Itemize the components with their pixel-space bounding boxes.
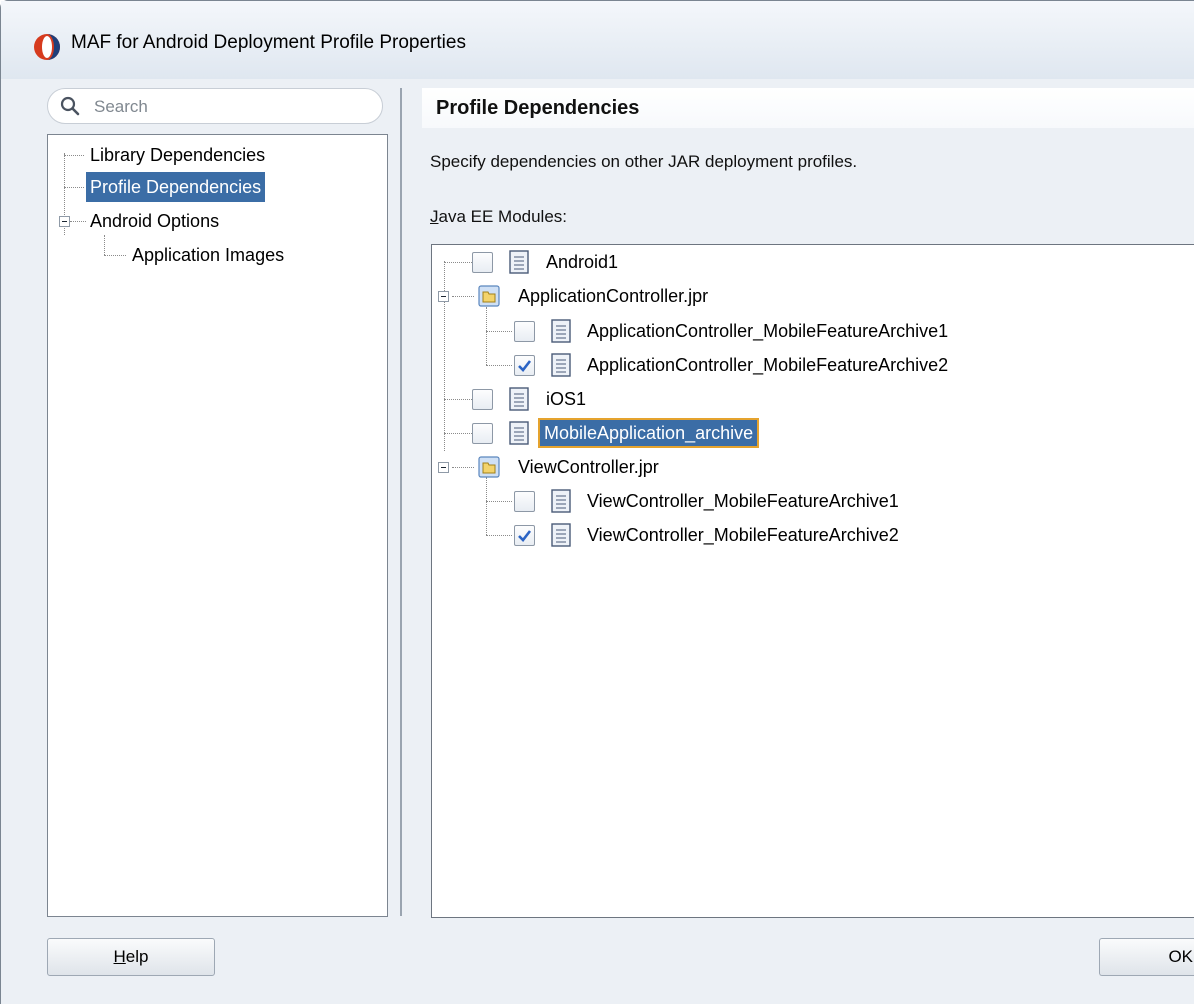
search-icon — [60, 96, 80, 116]
tree-item-mobileapplication-archive[interactable]: MobileApplication_archive — [432, 418, 1132, 448]
module-label: ViewController_MobileFeatureArchive1 — [587, 491, 899, 511]
document-icon — [551, 353, 571, 377]
checkmark-icon — [518, 530, 532, 542]
module-label: Android1 — [546, 252, 619, 272]
mnemonic-letter: H — [113, 947, 126, 966]
document-icon — [509, 387, 529, 411]
nav-item-label: Android Options — [90, 211, 220, 231]
ok-button-label: OK — [1168, 947, 1193, 966]
document-icon — [551, 523, 571, 547]
modules-label-text: ava EE Modules: — [438, 207, 568, 226]
module-checkbox-checked[interactable] — [514, 525, 535, 546]
module-checkbox[interactable] — [472, 389, 493, 410]
search-input[interactable] — [92, 92, 376, 122]
page-title: Profile Dependencies — [436, 97, 640, 119]
tree-item-android1[interactable]: Android1 — [432, 247, 1132, 277]
modules-label: Java EE Modules: — [430, 207, 567, 227]
module-checkbox[interactable] — [514, 491, 535, 512]
pane-splitter[interactable] — [400, 88, 402, 916]
tree-item-applicationcontroller-project[interactable]: ApplicationController.jpr — [432, 281, 1132, 311]
project-folder-icon — [478, 456, 500, 478]
module-label: ApplicationController_MobileFeatureArchi… — [587, 321, 949, 341]
help-button[interactable]: Help — [47, 938, 215, 976]
document-icon — [551, 319, 571, 343]
nav-item-label: Application Images — [132, 245, 285, 265]
title-bar[interactable]: MAF for Android Deployment Profile Prope… — [1, 1, 1194, 79]
navigation-tree: Library Dependencies Profile Dependencie… — [47, 134, 388, 917]
tree-item-ios1[interactable]: iOS1 — [432, 384, 1132, 414]
nav-item-application-images[interactable]: Application Images — [128, 240, 288, 270]
ok-button[interactable]: OK — [1099, 938, 1194, 976]
module-label: ApplicationController.jpr — [518, 286, 709, 306]
tree-item-viewcontroller-archive2[interactable]: ViewController_MobileFeatureArchive2 — [432, 520, 1192, 550]
project-folder-icon — [478, 285, 500, 307]
search-box — [47, 88, 383, 124]
page-header: Profile Dependencies — [422, 88, 1194, 128]
module-checkbox[interactable] — [472, 252, 493, 273]
help-button-label: elp — [125, 947, 149, 966]
module-checkbox[interactable] — [472, 423, 493, 444]
module-label: ApplicationController_MobileFeatureArchi… — [587, 355, 949, 375]
window-title: MAF for Android Deployment Profile Prope… — [71, 32, 466, 53]
document-icon — [509, 250, 529, 274]
module-label: iOS1 — [546, 389, 587, 409]
app-logo-icon — [34, 34, 60, 60]
document-icon — [551, 489, 571, 513]
tree-item-appcontroller-archive1[interactable]: ApplicationController_MobileFeatureArchi… — [432, 316, 1192, 346]
modules-tree[interactable]: Android1 ApplicationController.jpr Appli… — [431, 244, 1194, 918]
module-label: ViewController.jpr — [518, 457, 659, 477]
checkmark-icon — [518, 360, 532, 372]
dialog-window: MAF for Android Deployment Profile Prope… — [0, 0, 1194, 1004]
tree-item-viewcontroller-archive1[interactable]: ViewController_MobileFeatureArchive1 — [432, 486, 1192, 516]
navigation-pane: Library Dependencies Profile Dependencie… — [47, 88, 389, 918]
nav-item-library-dependencies[interactable]: Library Dependencies — [86, 140, 269, 170]
page-description: Specify dependencies on other JAR deploy… — [430, 152, 858, 171]
module-label-selected: MobileApplication_archive — [538, 418, 760, 448]
nav-item-label: Library Dependencies — [90, 145, 266, 165]
module-label: ViewController_MobileFeatureArchive2 — [587, 525, 899, 545]
document-icon — [509, 421, 529, 445]
tree-connector — [70, 221, 86, 222]
collapse-toggle-icon[interactable] — [59, 216, 70, 227]
tree-connector — [64, 187, 84, 188]
tree-connector — [64, 155, 84, 156]
module-checkbox-checked[interactable] — [514, 355, 535, 376]
tree-item-viewcontroller-project[interactable]: ViewController.jpr — [432, 452, 1132, 482]
mnemonic-letter: J — [430, 207, 439, 226]
module-checkbox[interactable] — [514, 321, 535, 342]
nav-item-profile-dependencies[interactable]: Profile Dependencies — [86, 172, 266, 202]
tree-item-appcontroller-archive2[interactable]: ApplicationController_MobileFeatureArchi… — [432, 350, 1192, 380]
tree-connector — [104, 235, 105, 255]
button-bar: Help OK — [1, 931, 1194, 1005]
content-pane: Profile Dependencies Specify dependencie… — [422, 88, 1194, 918]
tree-connector — [104, 255, 126, 256]
nav-item-label: Profile Dependencies — [86, 172, 266, 202]
nav-item-android-options[interactable]: Android Options — [86, 206, 223, 236]
